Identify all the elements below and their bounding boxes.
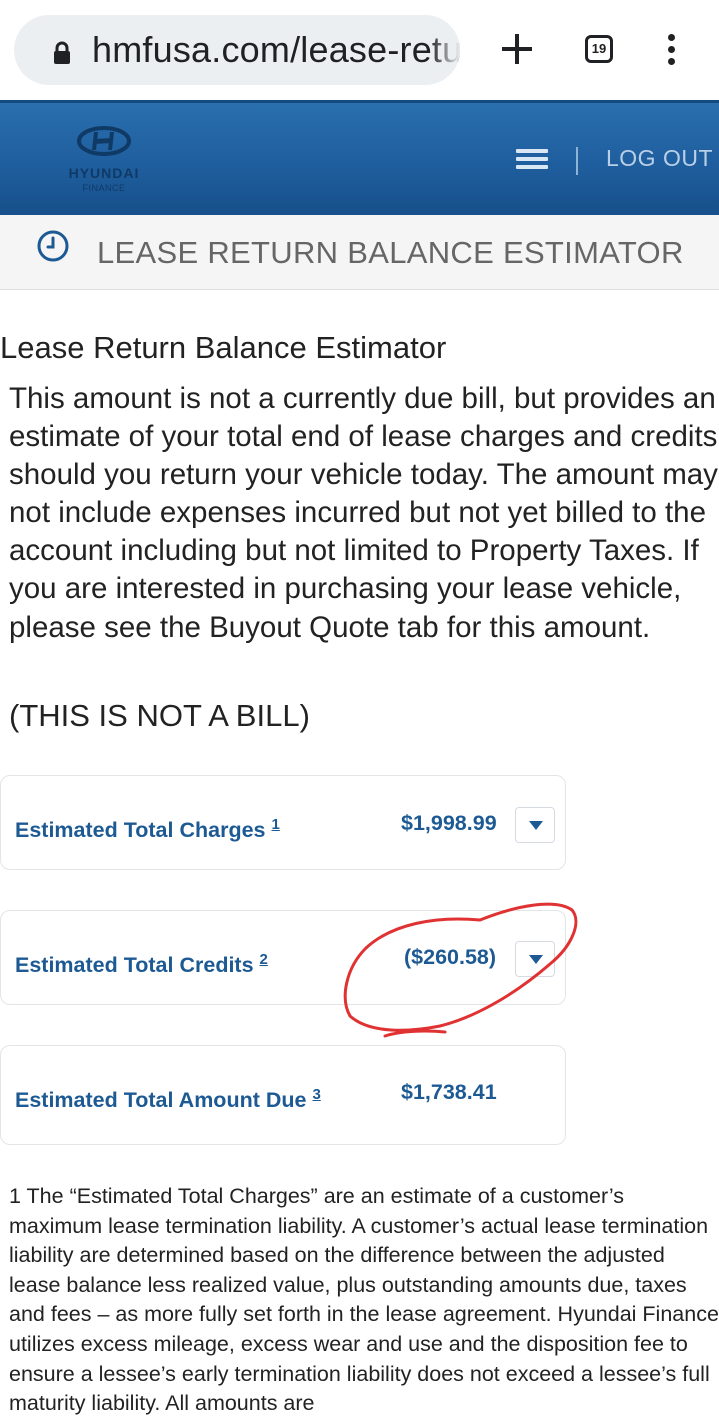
amount-due-row: Estimated Total Amount Due 3 $1,738.41 <box>0 1045 566 1145</box>
page-title: LEASE RETURN BALANCE ESTIMATOR <box>97 235 684 270</box>
header-divider <box>576 147 578 175</box>
logo-wordmark: HYUNDAI <box>68 165 140 181</box>
charges-row: Estimated Total Charges 1 $1,998.99 <box>0 775 566 870</box>
footnote-1: 1 The “Estimated Total Charges” are an e… <box>9 1184 719 1416</box>
url-text[interactable]: hmfusa.com/lease-retu <box>92 29 460 71</box>
address-bar[interactable]: hmfusa.com/lease-retu <box>14 15 460 85</box>
amount-due-label-text: Estimated Total Amount Due <box>15 1088 307 1113</box>
amount-due-label: Estimated Total Amount Due 3 <box>15 1086 321 1113</box>
charges-value: $1,998.99 <box>401 811 497 835</box>
section-heading: Lease Return Balance Estimator <box>0 330 447 365</box>
overflow-menu-icon[interactable] <box>662 34 680 68</box>
not-a-bill-notice: (THIS IS NOT A BILL) <box>9 698 310 733</box>
charges-expand-button[interactable] <box>515 807 555 843</box>
site-header: HYUNDAI FINANCE LOG OUT <box>0 100 719 215</box>
intro-paragraph: This amount is not a currently due bill,… <box>9 382 718 644</box>
credits-label-text: Estimated Total Credits <box>15 953 254 978</box>
charges-footnote-ref[interactable]: 1 <box>271 816 279 833</box>
credits-value: ($260.58) <box>404 945 497 969</box>
hyundai-logo-icon <box>77 126 131 156</box>
credits-expand-button[interactable] <box>515 941 555 977</box>
credits-footnote-ref[interactable]: 2 <box>260 951 268 968</box>
lock-icon <box>54 41 70 64</box>
page-title-bar: LEASE RETURN BALANCE ESTIMATOR <box>0 215 719 290</box>
browser-toolbar: hmfusa.com/lease-retu 19 <box>0 0 719 100</box>
hamburger-menu-icon[interactable] <box>516 149 548 173</box>
clock-icon <box>37 230 69 262</box>
hyundai-finance-logo[interactable]: HYUNDAI FINANCE <box>62 125 146 197</box>
logo-subtitle: FINANCE <box>82 183 126 193</box>
credits-row: Estimated Total Credits 2 ($260.58) <box>0 910 566 1005</box>
tabs-icon[interactable]: 19 <box>585 35 613 63</box>
credits-label: Estimated Total Credits 2 <box>15 951 268 978</box>
charges-label: Estimated Total Charges 1 <box>15 816 280 843</box>
plus-icon[interactable] <box>498 30 536 68</box>
chevron-down-icon <box>529 955 543 964</box>
amount-due-footnote-ref[interactable]: 3 <box>312 1086 320 1103</box>
chevron-down-icon <box>529 821 543 830</box>
charges-label-text: Estimated Total Charges <box>15 818 266 843</box>
amount-due-value: $1,738.41 <box>401 1080 497 1104</box>
logout-link[interactable]: LOG OUT <box>606 145 713 172</box>
url-fade <box>430 15 460 85</box>
